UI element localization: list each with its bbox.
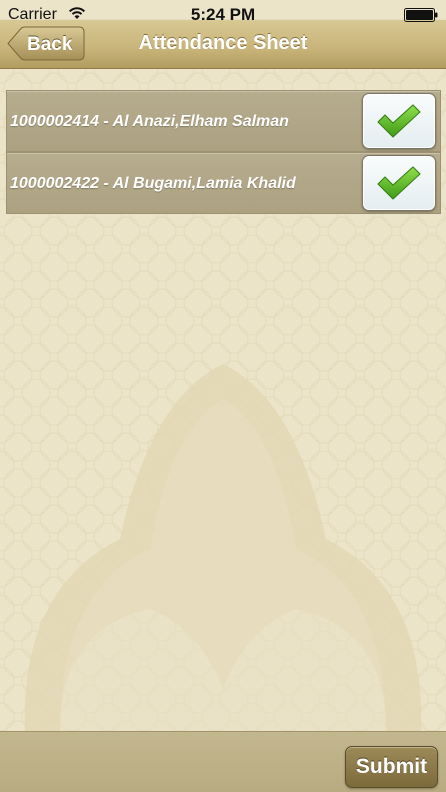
student-label: 1000002414 - Al Anazi,Elham Salman <box>10 113 289 130</box>
checkmark-icon <box>377 166 421 200</box>
submit-button[interactable]: Submit <box>345 746 438 788</box>
list-item[interactable]: 1000002422 - Al Bugami,Lamia Khalid <box>6 152 441 214</box>
bottom-toolbar: Submit <box>0 731 446 792</box>
page-title: Attendance Sheet <box>138 32 308 54</box>
student-label: 1000002422 - Al Bugami,Lamia Khalid <box>10 175 296 192</box>
checkmark-icon <box>377 104 421 138</box>
attendance-list-area: 1000002414 - Al Anazi,Elham Salman 10000… <box>0 69 446 731</box>
status-bar: Carrier 5:24 PM <box>0 0 446 30</box>
clock: 5:24 PM <box>190 5 256 24</box>
attendance-checkbox[interactable] <box>362 93 436 149</box>
list-item[interactable]: 1000002414 - Al Anazi,Elham Salman <box>6 90 441 152</box>
battery-icon <box>404 8 438 22</box>
attendance-checkbox[interactable] <box>362 155 436 211</box>
